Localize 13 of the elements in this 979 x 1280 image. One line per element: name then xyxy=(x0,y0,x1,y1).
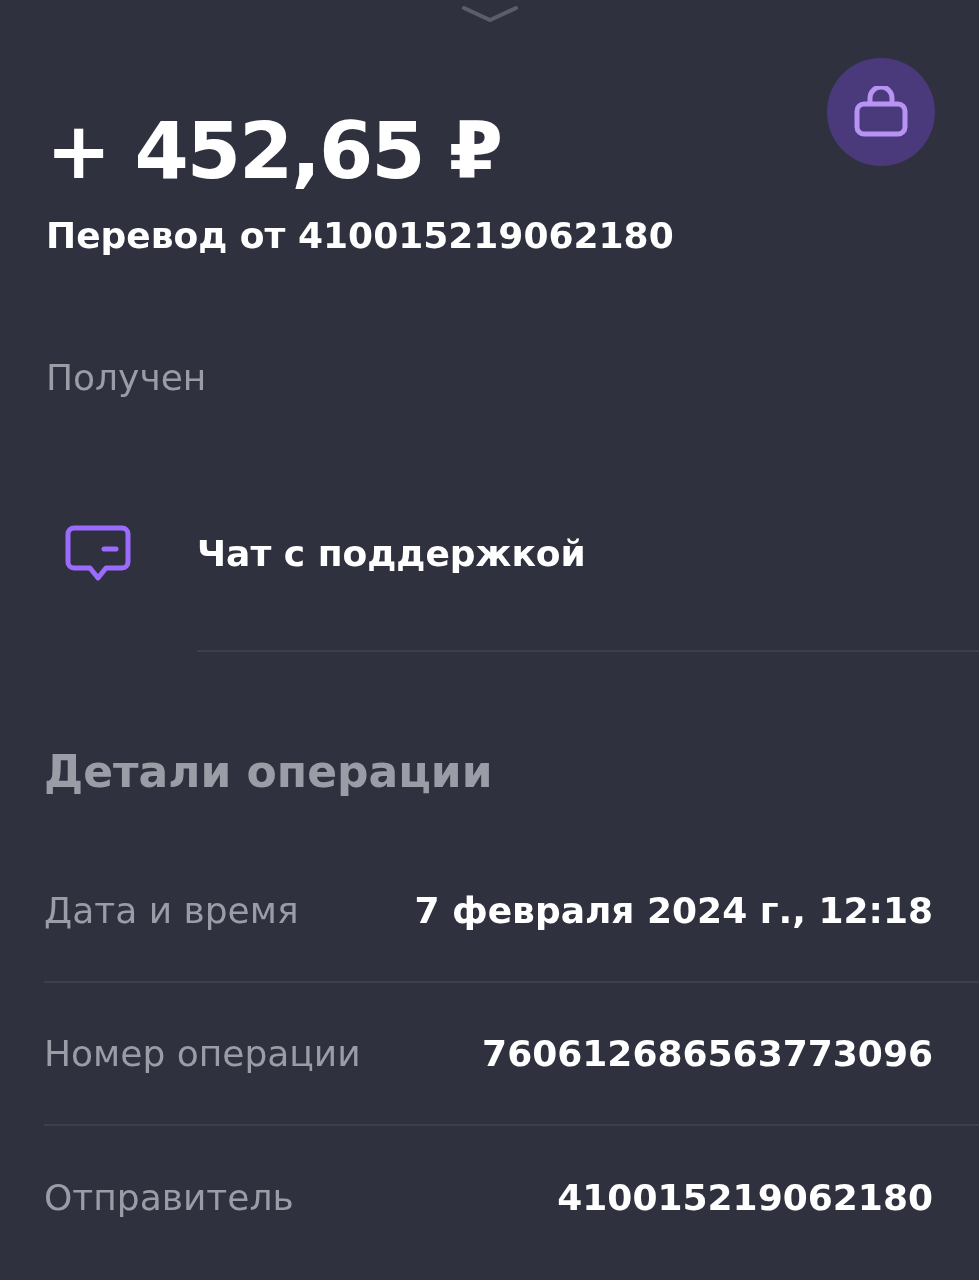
detail-label: Дата и время xyxy=(44,888,299,933)
detail-value: 7 февраля 2024 г., 12:18 xyxy=(414,888,933,933)
transfer-title: Перевод от 410015219062180 xyxy=(46,218,674,254)
detail-value: 760612686563773096 xyxy=(482,1031,933,1076)
amount: + 452,65 ₽ xyxy=(46,112,502,190)
support-chat-link[interactable]: Чат с поддержкой xyxy=(197,536,586,572)
chat-icon[interactable] xyxy=(64,524,132,584)
status-text: Получен xyxy=(45,360,208,396)
detail-value: 410015219062180 xyxy=(557,1175,933,1220)
section-title: Детали операции xyxy=(43,750,494,794)
detail-label: Отправитель xyxy=(44,1175,294,1220)
detail-label: Номер операции xyxy=(44,1031,361,1076)
chevron-down-icon[interactable] xyxy=(461,4,518,24)
